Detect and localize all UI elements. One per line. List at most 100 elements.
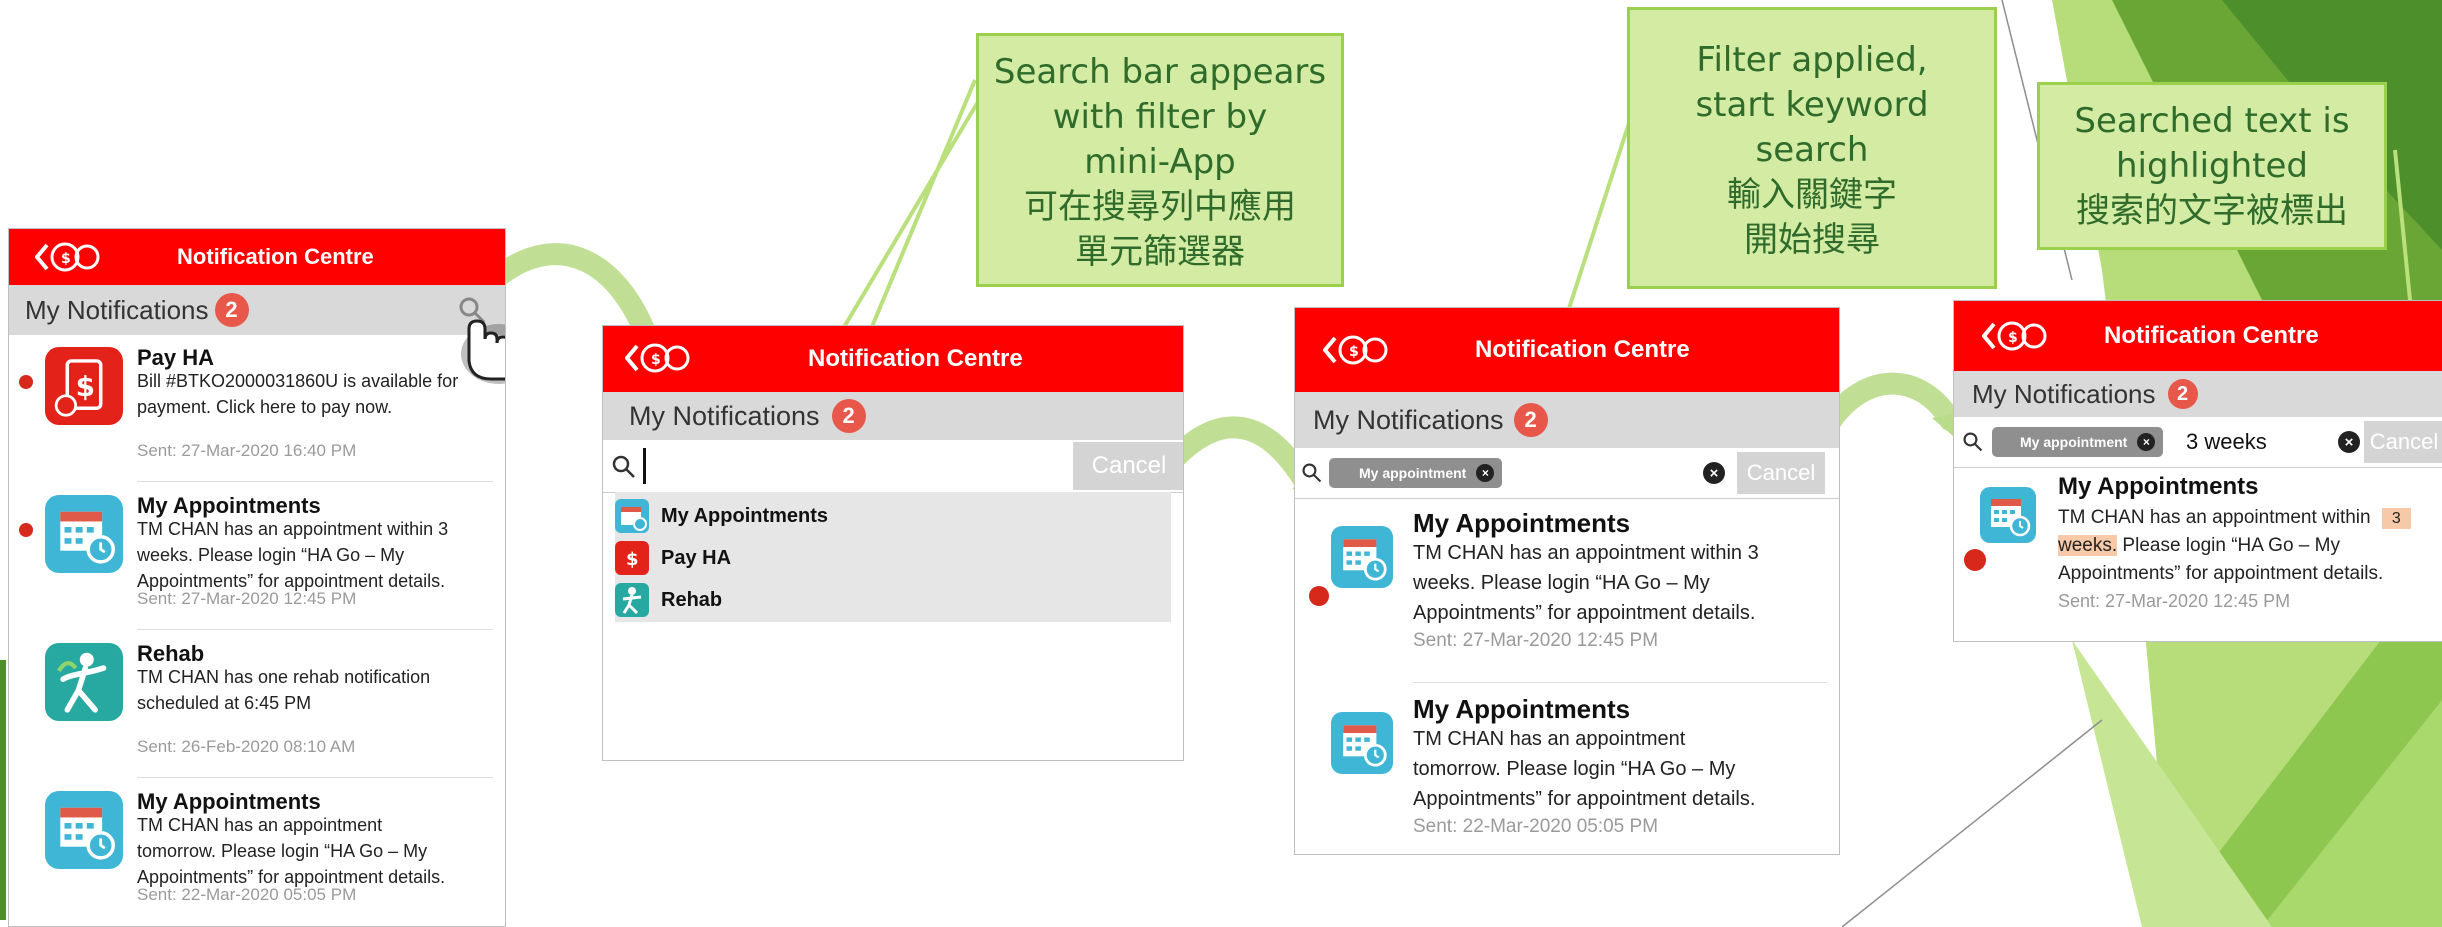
notification-body-line: weeks. Please login “HA Go – My bbox=[2058, 535, 2340, 557]
callout-line: Filter applied, bbox=[1696, 40, 1928, 80]
sent-timestamp: Sent: 27-Mar-2020 16:40 PM bbox=[137, 441, 357, 460]
left-green-strip bbox=[0, 660, 6, 920]
screen-notifications-list: $ Notification Centre My Notifications 2… bbox=[8, 228, 506, 927]
appointments-icon bbox=[1980, 487, 2036, 543]
pay-ha-icon: $ bbox=[615, 541, 649, 575]
highlighted-text: 3 bbox=[2381, 508, 2411, 529]
callout-line: Searched text is bbox=[2074, 101, 2350, 141]
svg-text:$: $ bbox=[626, 549, 639, 570]
clear-search-icon[interactable]: × bbox=[1703, 462, 1725, 484]
body-text: TM CHAN has an appointment within bbox=[2058, 507, 2371, 528]
notification-title: Rehab bbox=[137, 641, 205, 666]
my-notifications-bar: My Notifications 2 bbox=[1295, 392, 1839, 448]
divider bbox=[1413, 682, 1827, 683]
filter-chip[interactable]: My appointment × bbox=[1329, 458, 1503, 488]
search-row: Cancel bbox=[603, 440, 1183, 493]
search-icon bbox=[1302, 463, 1322, 483]
notification-item[interactable]: My Appointments TM CHAN has an appointmen… bbox=[9, 779, 505, 926]
notification-item[interactable]: My Appointments TM CHAN has an appointme… bbox=[1954, 467, 2442, 641]
notification-body-line: TM CHAN has an appointment within 3 bbox=[2058, 507, 2411, 529]
notification-title: My Appointments bbox=[137, 493, 321, 518]
notification-item[interactable]: My Appointments TM CHAN has an appointmen… bbox=[1295, 498, 1839, 684]
filter-chip-label: My appointment bbox=[2020, 434, 2128, 450]
pay-ha-icon: $ bbox=[45, 347, 123, 430]
callout-line: 開始搜尋 bbox=[1744, 220, 1880, 260]
appointments-icon bbox=[45, 495, 123, 578]
sent-timestamp: Sent: 27-Mar-2020 12:45 PM bbox=[1413, 630, 1659, 651]
search-input[interactable] bbox=[1545, 456, 1695, 490]
filter-chip-label: My appointment bbox=[1359, 465, 1467, 481]
rehab-icon bbox=[45, 643, 123, 726]
back-logo-icon[interactable]: $ bbox=[625, 340, 705, 376]
appointments-icon bbox=[1331, 526, 1393, 593]
header-bar: $ Notification Centre bbox=[1954, 301, 2442, 371]
unread-dot bbox=[1309, 586, 1329, 606]
sent-timestamp: Sent: 27-Mar-2020 12:45 PM bbox=[2058, 591, 2291, 611]
notification-item[interactable]: My Appointments TM CHAN has an appointmen… bbox=[9, 483, 505, 631]
svg-text:$: $ bbox=[2008, 330, 2018, 346]
callout-line: 輸入關鍵字 bbox=[1727, 175, 1897, 215]
clear-search-icon[interactable]: × bbox=[2338, 431, 2360, 453]
search-icon bbox=[1963, 432, 1983, 452]
cancel-button[interactable]: Cancel bbox=[1073, 442, 1183, 490]
remove-filter-icon[interactable]: × bbox=[2137, 433, 2156, 451]
filter-option-my-appointments[interactable]: My Appointments bbox=[615, 496, 1171, 536]
back-logo-icon[interactable]: $ bbox=[1323, 332, 1403, 368]
search-input[interactable] bbox=[643, 448, 886, 484]
notification-title: Pay HA bbox=[137, 345, 215, 370]
notification-item[interactable]: Rehab TM CHAN has one rehab notification s… bbox=[9, 631, 505, 779]
notification-body-line: TM CHAN has an appointment within 3 bbox=[137, 519, 449, 539]
notification-title: My Appointments bbox=[137, 789, 321, 814]
section-title: My Notifications bbox=[1972, 378, 2156, 409]
sent-timestamp: Sent: 22-Mar-2020 05:05 PM bbox=[137, 885, 357, 904]
callout-line: mini-App bbox=[1084, 142, 1236, 182]
notification-title: My Appointments bbox=[2058, 473, 2259, 500]
notification-body-line: weeks. Please login “HA Go – My bbox=[137, 545, 405, 565]
unread-dot bbox=[19, 375, 33, 389]
my-notifications-bar: My Notifications 2 bbox=[1954, 371, 2442, 417]
screen-search-filter: $ Notification Centre My Notifications 2… bbox=[602, 325, 1184, 761]
callout-line: search bbox=[1755, 130, 1869, 170]
notification-body-line: payment. Click here to pay now. bbox=[137, 397, 393, 417]
search-input[interactable]: 3 weeks bbox=[2186, 425, 2336, 459]
notification-item[interactable]: $ Pay HA Bill #BTKO2000031860U is availabl… bbox=[9, 335, 505, 483]
screen-search-highlight: $ Notification Centre My Notifications 2… bbox=[1953, 300, 2442, 642]
section-title: My Notifications bbox=[629, 400, 820, 431]
callout-line: highlighted bbox=[2116, 146, 2308, 186]
notification-item[interactable]: My Appointments TM CHAN has an appointmen… bbox=[1295, 684, 1839, 854]
callout-line: start keyword bbox=[1695, 85, 1929, 125]
notification-body-line: Appointments” for appointment details. bbox=[2058, 563, 2384, 584]
notification-count-badge: 2 bbox=[2167, 379, 2198, 409]
back-logo-icon[interactable]: $ bbox=[35, 239, 115, 275]
body-text: Please login “HA Go – My bbox=[2117, 535, 2340, 556]
header-title: Notification Centre bbox=[177, 244, 374, 269]
filter-option-rehab[interactable]: Rehab bbox=[615, 580, 1171, 620]
sent-timestamp: Sent: 26-Feb-2020 08:10 AM bbox=[137, 737, 356, 756]
unread-dot bbox=[1964, 549, 1986, 571]
search-icon bbox=[612, 455, 635, 478]
filter-option-pay-ha[interactable]: $ Pay HA bbox=[615, 538, 1171, 578]
back-logo-icon[interactable]: $ bbox=[1982, 318, 2062, 354]
cancel-button[interactable]: Cancel bbox=[1737, 452, 1825, 494]
notification-title: My Appointments bbox=[1413, 508, 1631, 538]
filter-option-label: Rehab bbox=[661, 588, 723, 611]
notification-body-line: weeks. Please login “HA Go – My bbox=[1413, 572, 1710, 594]
divider bbox=[137, 777, 493, 778]
sent-timestamp: Sent: 27-Mar-2020 12:45 PM bbox=[137, 589, 357, 608]
header-title: Notification Centre bbox=[2104, 322, 2319, 349]
notification-body-line: tomorrow. Please login “HA Go – My bbox=[137, 841, 428, 861]
cancel-button[interactable]: Cancel bbox=[2364, 421, 2442, 463]
callout-highlighted: Searched text is highlighted 搜索的文字被標出 bbox=[2037, 82, 2387, 250]
remove-filter-icon[interactable]: × bbox=[1476, 464, 1495, 482]
header-bar: $ Notification Centre bbox=[1295, 308, 1839, 392]
divider bbox=[137, 481, 493, 482]
filter-chip[interactable]: My appointment × bbox=[1992, 427, 2164, 457]
notification-title: My Appointments bbox=[1413, 694, 1631, 724]
my-notifications-bar: My Notifications 2 bbox=[603, 392, 1183, 440]
notification-body-line: Bill #BTKO2000031860U is available for bbox=[137, 371, 459, 391]
notification-body-line: tomorrow. Please login “HA Go – My bbox=[1413, 758, 1736, 780]
notification-body-line: TM CHAN has an appointment within 3 bbox=[1413, 542, 1759, 564]
divider bbox=[137, 629, 493, 630]
svg-text:$: $ bbox=[1349, 344, 1359, 360]
notification-list: $ Pay HA Bill #BTKO2000031860U is availabl… bbox=[9, 335, 505, 926]
